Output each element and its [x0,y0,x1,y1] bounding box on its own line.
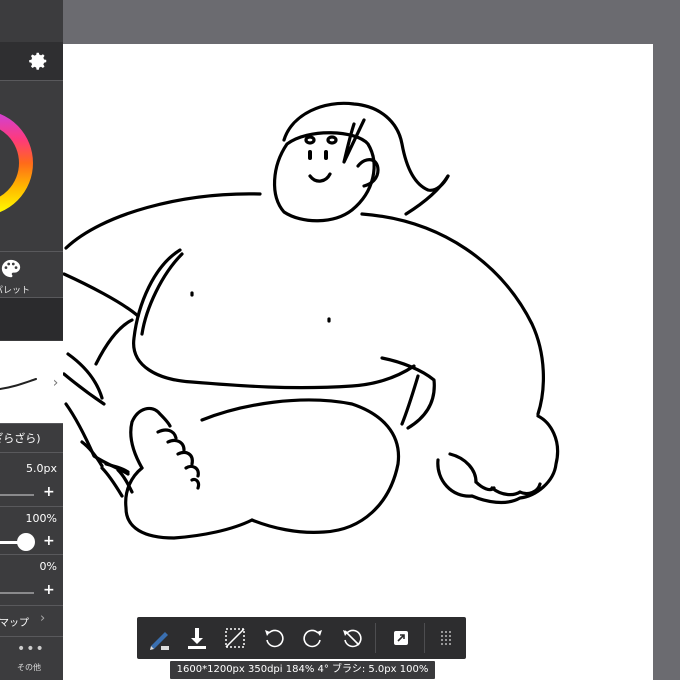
left-tool-panel: パレット › (ざらざら) 5.0px + 100% + 0% + マップ › … [0,0,63,680]
brush-preview[interactable]: › [0,341,63,423]
brush-header [0,298,63,340]
no-selection-icon[interactable] [219,622,251,654]
transform-icon[interactable] [385,622,417,654]
chevron-right-icon[interactable]: › [48,373,63,393]
blur-plus-button[interactable]: + [43,582,55,598]
settings-row [0,42,63,80]
brush-size-plus-button[interactable]: + [43,484,55,500]
color-wheel[interactable] [0,81,63,251]
line-art-drawing [62,101,560,540]
chevron-right-icon: › [40,611,46,626]
opacity-plus-button[interactable]: + [43,533,55,549]
palette-icon [1,259,21,278]
opacity-slider-knob[interactable] [17,533,35,551]
redo-icon[interactable] [297,622,329,654]
brush-size-slider[interactable] [0,494,34,496]
gear-icon[interactable] [27,50,49,72]
palette-label: パレット [0,286,31,296]
status-bar: 1600*1200px 350dpi 184% 4° ブラシ: 5.0px 10… [170,661,435,679]
rotate-reset-icon[interactable] [336,622,368,654]
color-wheel-panel[interactable] [0,81,63,251]
download-icon[interactable] [181,622,213,654]
bottom-toolbar [137,617,466,659]
more-button[interactable]: ••• その他 [0,637,63,680]
blur-slider[interactable] [0,592,34,594]
brush-stroke-preview [0,378,37,390]
palette-button[interactable]: パレット [0,252,63,297]
more-icon: ••• [17,641,45,657]
undo-icon[interactable] [258,622,290,654]
brush-name: (ざらざら) [0,432,41,445]
brush-size-value: 5.0px [26,462,57,475]
map-label: マップ [0,618,29,629]
pen-eraser-icon[interactable] [143,622,175,654]
grid-icon[interactable] [430,622,462,654]
opacity-value: 100% [25,512,57,525]
map-button[interactable]: マップ › [0,606,63,636]
canvas-area[interactable] [0,0,680,680]
more-label: その他 [17,663,41,672]
blur-value: 0% [39,560,57,573]
